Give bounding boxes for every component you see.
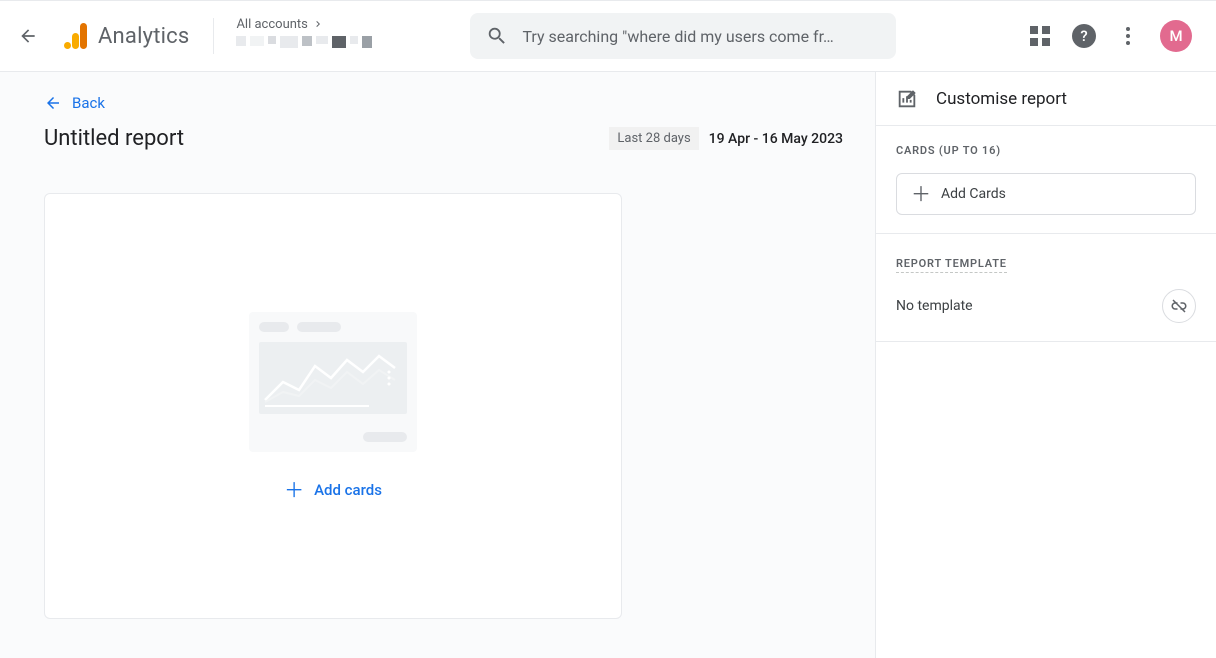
more-menu-button[interactable]	[1116, 24, 1140, 48]
add-cards-button[interactable]: ＋ Add cards	[284, 480, 382, 500]
search-placeholder: Try searching "where did my users come f…	[522, 27, 833, 46]
arrow-left-icon	[18, 26, 38, 46]
empty-card-area: ＋ Add cards	[44, 193, 622, 619]
vertical-divider	[213, 18, 214, 54]
customise-panel: Customise report CARDS (UP TO 16) ＋ Add …	[876, 72, 1216, 658]
customise-report-icon	[896, 88, 918, 110]
chart-placeholder-icon	[259, 342, 407, 414]
cards-section: CARDS (UP TO 16) ＋ Add Cards	[876, 126, 1216, 234]
search-icon	[486, 25, 508, 47]
template-section: REPORT TEMPLATE No template	[876, 234, 1216, 342]
arrow-left-icon	[44, 94, 62, 112]
main-content: Back Untitled report Last 28 days 19 Apr…	[0, 72, 876, 658]
template-section-label: REPORT TEMPLATE	[896, 257, 1007, 273]
brand-name: Analytics	[98, 24, 189, 49]
apps-button[interactable]	[1028, 24, 1052, 48]
plus-icon: ＋	[284, 480, 304, 500]
add-cards-label: Add cards	[314, 481, 382, 499]
apps-grid-icon	[1030, 26, 1050, 46]
avatar-initial: M	[1169, 27, 1182, 45]
account-switcher[interactable]: All accounts	[230, 17, 430, 56]
template-value: No template	[896, 298, 973, 314]
report-header: Untitled report Last 28 days 19 Apr - 16…	[44, 126, 843, 151]
cards-section-label: CARDS (UP TO 16)	[896, 144, 1196, 157]
help-button[interactable]: ?	[1072, 24, 1096, 48]
global-back-button[interactable]	[16, 24, 40, 48]
search-bar[interactable]: Try searching "where did my users come f…	[470, 13, 896, 59]
date-range: 19 Apr - 16 May 2023	[709, 131, 843, 147]
add-cards-side-button[interactable]: ＋ Add Cards	[896, 173, 1196, 215]
plus-icon: ＋	[911, 184, 931, 204]
date-range-picker[interactable]: Last 28 days 19 Apr - 16 May 2023	[609, 127, 843, 150]
help-icon: ?	[1072, 24, 1096, 48]
more-vertical-icon	[1126, 27, 1130, 45]
chevron-right-icon	[312, 18, 324, 30]
unlink-template-button[interactable]	[1162, 289, 1196, 323]
unlink-icon	[1170, 297, 1188, 315]
brand[interactable]: Analytics	[50, 23, 197, 49]
back-label: Back	[72, 94, 105, 112]
account-mosaic	[236, 36, 426, 56]
empty-state-illustration	[249, 312, 417, 452]
user-avatar[interactable]: M	[1160, 20, 1192, 52]
account-label: All accounts	[236, 17, 307, 32]
topbar-actions: ? M	[1028, 20, 1200, 52]
analytics-logo-icon	[64, 23, 88, 49]
report-title[interactable]: Untitled report	[44, 126, 184, 151]
customise-panel-title: Customise report	[936, 89, 1067, 109]
date-preset: Last 28 days	[609, 127, 698, 150]
add-cards-side-label: Add Cards	[941, 186, 1006, 202]
customise-panel-header: Customise report	[876, 72, 1216, 126]
top-app-bar: Analytics All accounts Try searching "wh…	[0, 0, 1216, 72]
back-link[interactable]: Back	[44, 94, 843, 112]
